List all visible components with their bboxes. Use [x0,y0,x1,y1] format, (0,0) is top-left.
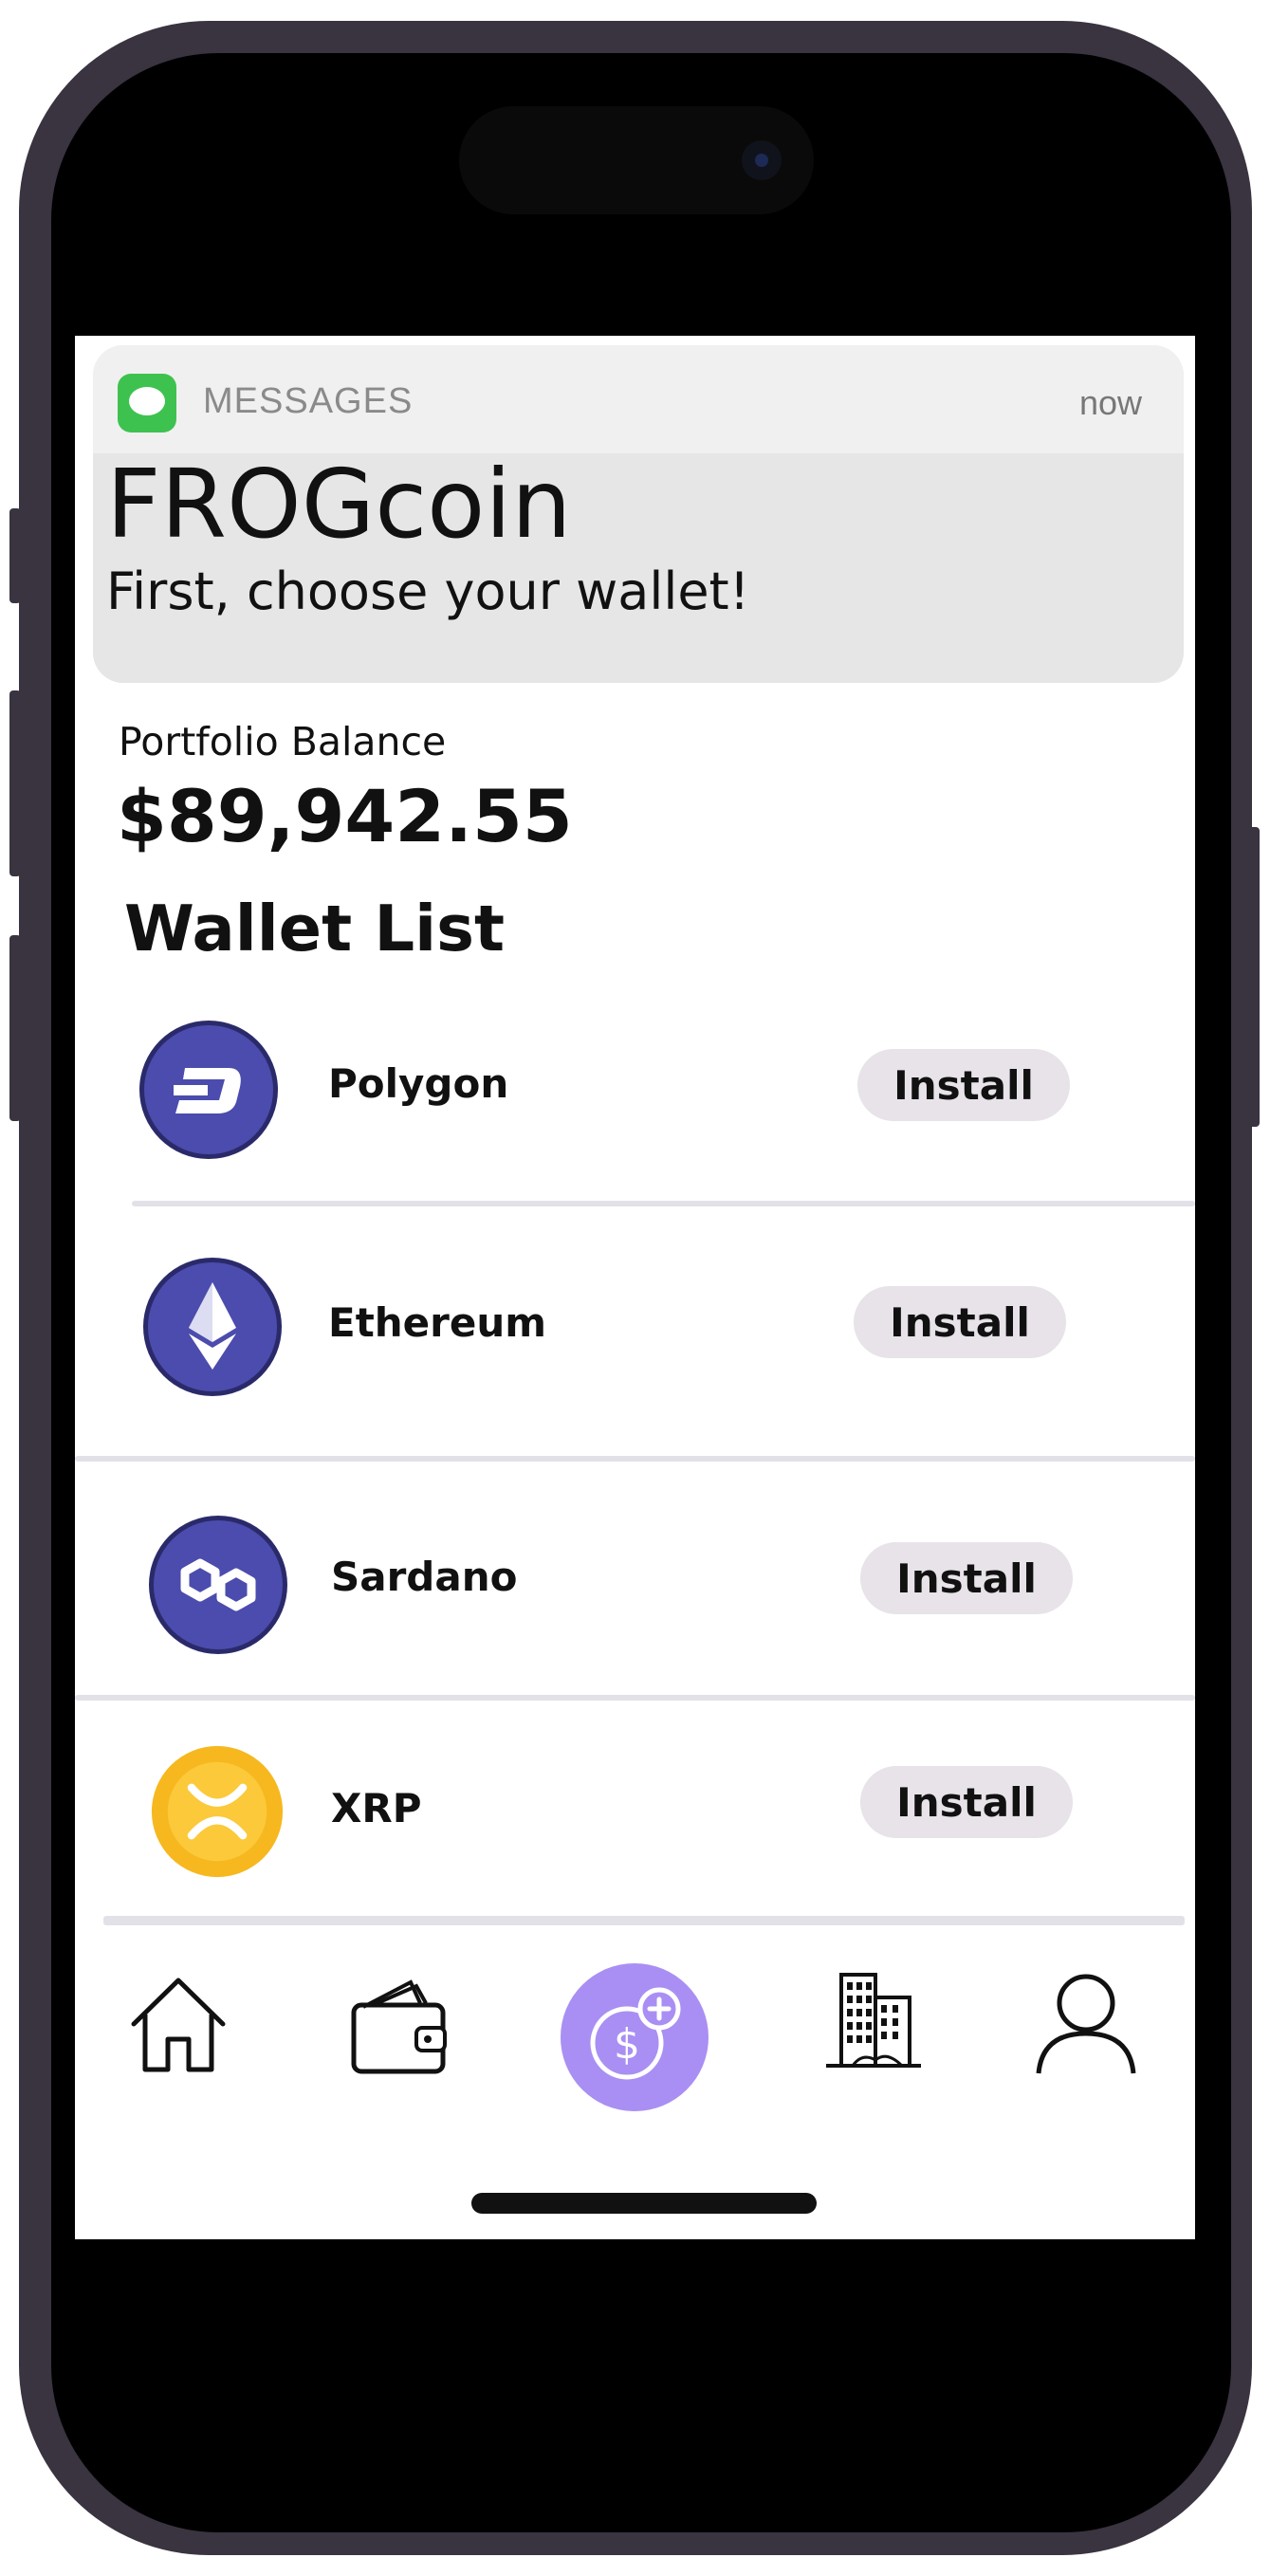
app-screen: MESSAGES now FROGcoin First, choose your… [75,336,1195,2239]
portfolio-balance-label: Portfolio Balance [119,719,447,764]
volume-down-button [9,935,21,1121]
wallet-name-xrp: XRP [331,1785,422,1831]
row-divider [103,1916,1185,1925]
xrp-coin-icon [151,1745,284,1878]
install-button-xrp[interactable]: Install [860,1766,1073,1838]
messages-icon [118,374,176,432]
add-funds-button[interactable]: $ [561,1963,709,2111]
power-button [1248,827,1260,1127]
wallet-icon[interactable] [350,1975,449,2075]
row-divider [75,1456,1195,1462]
home-icon[interactable] [126,1973,230,2077]
notification-app-name: MESSAGES [203,381,414,421]
buildings-icon[interactable] [824,1965,923,2071]
row-divider [132,1201,1195,1206]
svg-text:$: $ [614,2020,640,2069]
wallet-name-sardano: Sardano [331,1554,518,1600]
install-button-ethereum[interactable]: Install [854,1286,1066,1358]
install-button-polygon[interactable]: Install [857,1049,1070,1121]
action-button [9,508,21,603]
front-camera [742,140,782,180]
wallet-name-ethereum: Ethereum [328,1299,547,1346]
ethereum-coin-icon [141,1256,284,1398]
notification-title: FROGcoin [106,449,572,560]
home-indicator[interactable] [471,2193,817,2214]
notification-time: now [1078,383,1142,422]
polygon-coin-icon [147,1514,289,1656]
portfolio-balance-value: $89,942.55 [117,774,573,858]
install-button-sardano[interactable]: Install [860,1542,1073,1614]
message-notification[interactable]: MESSAGES now FROGcoin First, choose your… [93,345,1184,683]
row-divider [75,1695,1195,1701]
wallet-name-polygon: Polygon [328,1060,509,1107]
add-dollar-icon: $ [590,1987,681,2080]
volume-up-button [9,690,21,876]
wallet-list-title: Wallet List [124,892,506,966]
notification-body: First, choose your wallet! [106,561,750,621]
profile-icon[interactable] [1033,1971,1139,2077]
dash-coin-icon [138,1019,280,1161]
